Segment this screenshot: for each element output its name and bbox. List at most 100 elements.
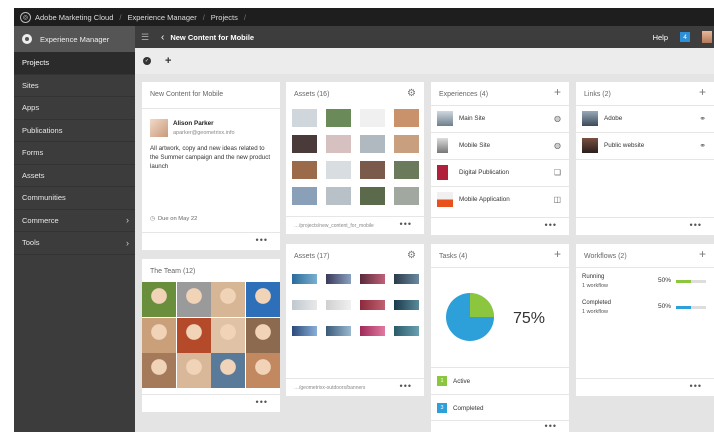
add-icon[interactable]: + (554, 85, 561, 99)
asset-thumbnail[interactable] (360, 274, 385, 284)
asset-thumbnail[interactable] (326, 109, 351, 127)
experience-item[interactable]: Mobile Site ◍ (431, 132, 569, 158)
link-item[interactable]: Adobe ⚭ (576, 105, 714, 131)
asset-thumbnail[interactable] (360, 135, 385, 153)
asset-thumbnail[interactable] (292, 161, 317, 179)
breadcrumb-projects[interactable]: Projects (211, 13, 238, 22)
more-options-icon[interactable]: ••• (545, 220, 557, 230)
publication-thumbnail (437, 165, 448, 180)
more-options-icon[interactable]: ••• (690, 381, 702, 391)
asset-thumbnail[interactable] (394, 300, 419, 310)
asset-thumbnail[interactable] (326, 161, 351, 179)
sidebar-item-assets[interactable]: Assets (14, 165, 135, 187)
add-icon[interactable]: + (554, 247, 561, 261)
sidebar-item-commerce[interactable]: Commerce › (14, 210, 135, 232)
asset-thumbnail[interactable] (326, 274, 351, 284)
owner-email: aparker@geometrixx.info (173, 130, 235, 136)
asset-thumbnail[interactable] (292, 326, 317, 336)
assets-card-17[interactable]: Assets (17) ⚙ …/geometrixx-outdoors/bann… (286, 244, 424, 396)
task-status-completed[interactable]: 3 Completed (431, 394, 569, 421)
add-icon[interactable]: + (699, 85, 706, 99)
asset-thumbnail[interactable] (394, 187, 419, 205)
asset-thumbnail[interactable] (326, 300, 351, 310)
breadcrumb-experience-manager[interactable]: Experience Manager (127, 13, 196, 22)
due-date: Due on May 22 (158, 216, 198, 222)
sidebar-item-communities[interactable]: Communities (14, 187, 135, 210)
asset-thumbnail[interactable] (292, 274, 317, 284)
team-member-photo[interactable] (211, 282, 245, 317)
sidebar-header[interactable]: Experience Manager (14, 26, 135, 52)
experience-item[interactable]: Main Site ◍ (431, 105, 569, 131)
add-icon[interactable]: + (699, 247, 706, 261)
asset-thumbnail[interactable] (326, 135, 351, 153)
asset-thumbnail[interactable] (360, 161, 385, 179)
sidebar-item-publications[interactable]: Publications (14, 120, 135, 142)
team-member-photo[interactable] (142, 282, 176, 317)
team-member-photo[interactable] (245, 282, 280, 317)
asset-thumbnail[interactable] (292, 135, 317, 153)
experience-item[interactable]: Mobile Application ◫ (431, 186, 569, 212)
adobe-marketing-cloud-logo-icon[interactable]: ◎ (20, 11, 31, 23)
user-avatar[interactable] (702, 31, 712, 43)
more-options-icon[interactable]: ••• (400, 381, 412, 391)
notifications-badge[interactable]: 4 (680, 32, 690, 42)
asset-thumbnail[interactable] (394, 135, 419, 153)
asset-thumbnail[interactable] (360, 187, 385, 205)
links-card[interactable]: Links (2) + Adobe ⚭ Public website ⚭ ••• (576, 82, 714, 235)
team-member-photo[interactable] (211, 353, 245, 388)
asset-thumbnails (292, 274, 419, 354)
asset-thumbnail[interactable] (326, 326, 351, 336)
help-link[interactable]: Help (653, 33, 668, 42)
sidebar-item-forms[interactable]: Forms (14, 142, 135, 165)
more-options-icon[interactable]: ••• (690, 220, 702, 230)
asset-thumbnail[interactable] (292, 300, 317, 310)
more-options-icon[interactable]: ••• (256, 397, 268, 407)
team-member-photo[interactable] (245, 353, 280, 388)
sidebar-item-tools[interactable]: Tools › (14, 232, 135, 255)
sidebar-item-apps[interactable]: Apps (14, 97, 135, 120)
asset-thumbnail[interactable] (394, 109, 419, 127)
asset-thumbnail[interactable] (360, 109, 385, 127)
team-member-photo[interactable] (211, 317, 245, 353)
gear-icon[interactable]: ⚙ (407, 250, 416, 261)
team-card[interactable]: The Team (12) ••• (142, 259, 280, 412)
globe-icon: ◍ (554, 141, 561, 150)
add-icon[interactable]: + (165, 55, 171, 67)
asset-thumbnail[interactable] (292, 187, 317, 205)
more-options-icon[interactable]: ••• (545, 421, 557, 431)
team-member-photo[interactable] (176, 317, 211, 353)
gear-icon[interactable]: ⚙ (407, 88, 416, 99)
link-item[interactable]: Public website ⚭ (576, 132, 714, 158)
asset-thumbnail[interactable] (360, 300, 385, 310)
asset-thumbnail[interactable] (394, 274, 419, 284)
select-checkmark-icon[interactable]: ✓ (143, 57, 151, 65)
sidebar-item-projects[interactable]: Projects (14, 52, 135, 75)
asset-thumbnail[interactable] (360, 326, 385, 336)
asset-thumbnail[interactable] (394, 161, 419, 179)
more-options-icon[interactable]: ••• (400, 219, 412, 229)
team-member-photo[interactable] (245, 317, 280, 353)
team-member-photo[interactable] (142, 317, 176, 353)
more-options-icon[interactable]: ••• (256, 235, 268, 245)
assets-card-16[interactable]: Assets (16) ⚙ …/projects/new_content_for… (286, 82, 424, 234)
project-info-card[interactable]: New Content for Mobile Alison Parker apa… (142, 82, 280, 250)
team-member-photo[interactable] (142, 353, 176, 388)
tasks-card[interactable]: Tasks (4) + 75% 1 Active 3 Completed ••• (431, 244, 569, 432)
experiences-card[interactable]: Experiences (4) + Main Site ◍ Mobile Sit… (431, 82, 569, 235)
workflows-card[interactable]: Workflows (2) + Running 1 workflow 50% C… (576, 244, 714, 396)
team-member-photo[interactable] (176, 353, 211, 388)
workflow-completed-percent: 50% (658, 303, 672, 310)
asset-thumbnail[interactable] (326, 187, 351, 205)
tasks-progress-pie (446, 293, 494, 341)
brand-link[interactable]: Adobe Marketing Cloud (35, 13, 113, 22)
back-arrow-icon[interactable]: ‹ (161, 32, 164, 43)
asset-thumbnail[interactable] (292, 109, 317, 127)
asset-thumbnail[interactable] (394, 326, 419, 336)
menu-icon[interactable]: ☰ (141, 32, 151, 43)
sidebar-item-sites[interactable]: Sites (14, 75, 135, 97)
experience-item[interactable]: Digital Publication ❏ (431, 159, 569, 185)
team-member-photo[interactable] (176, 282, 211, 317)
workflow-running-count: 1 workflow (582, 283, 608, 289)
card-title: The Team (12) (150, 268, 196, 275)
task-status-active[interactable]: 1 Active (431, 367, 569, 394)
